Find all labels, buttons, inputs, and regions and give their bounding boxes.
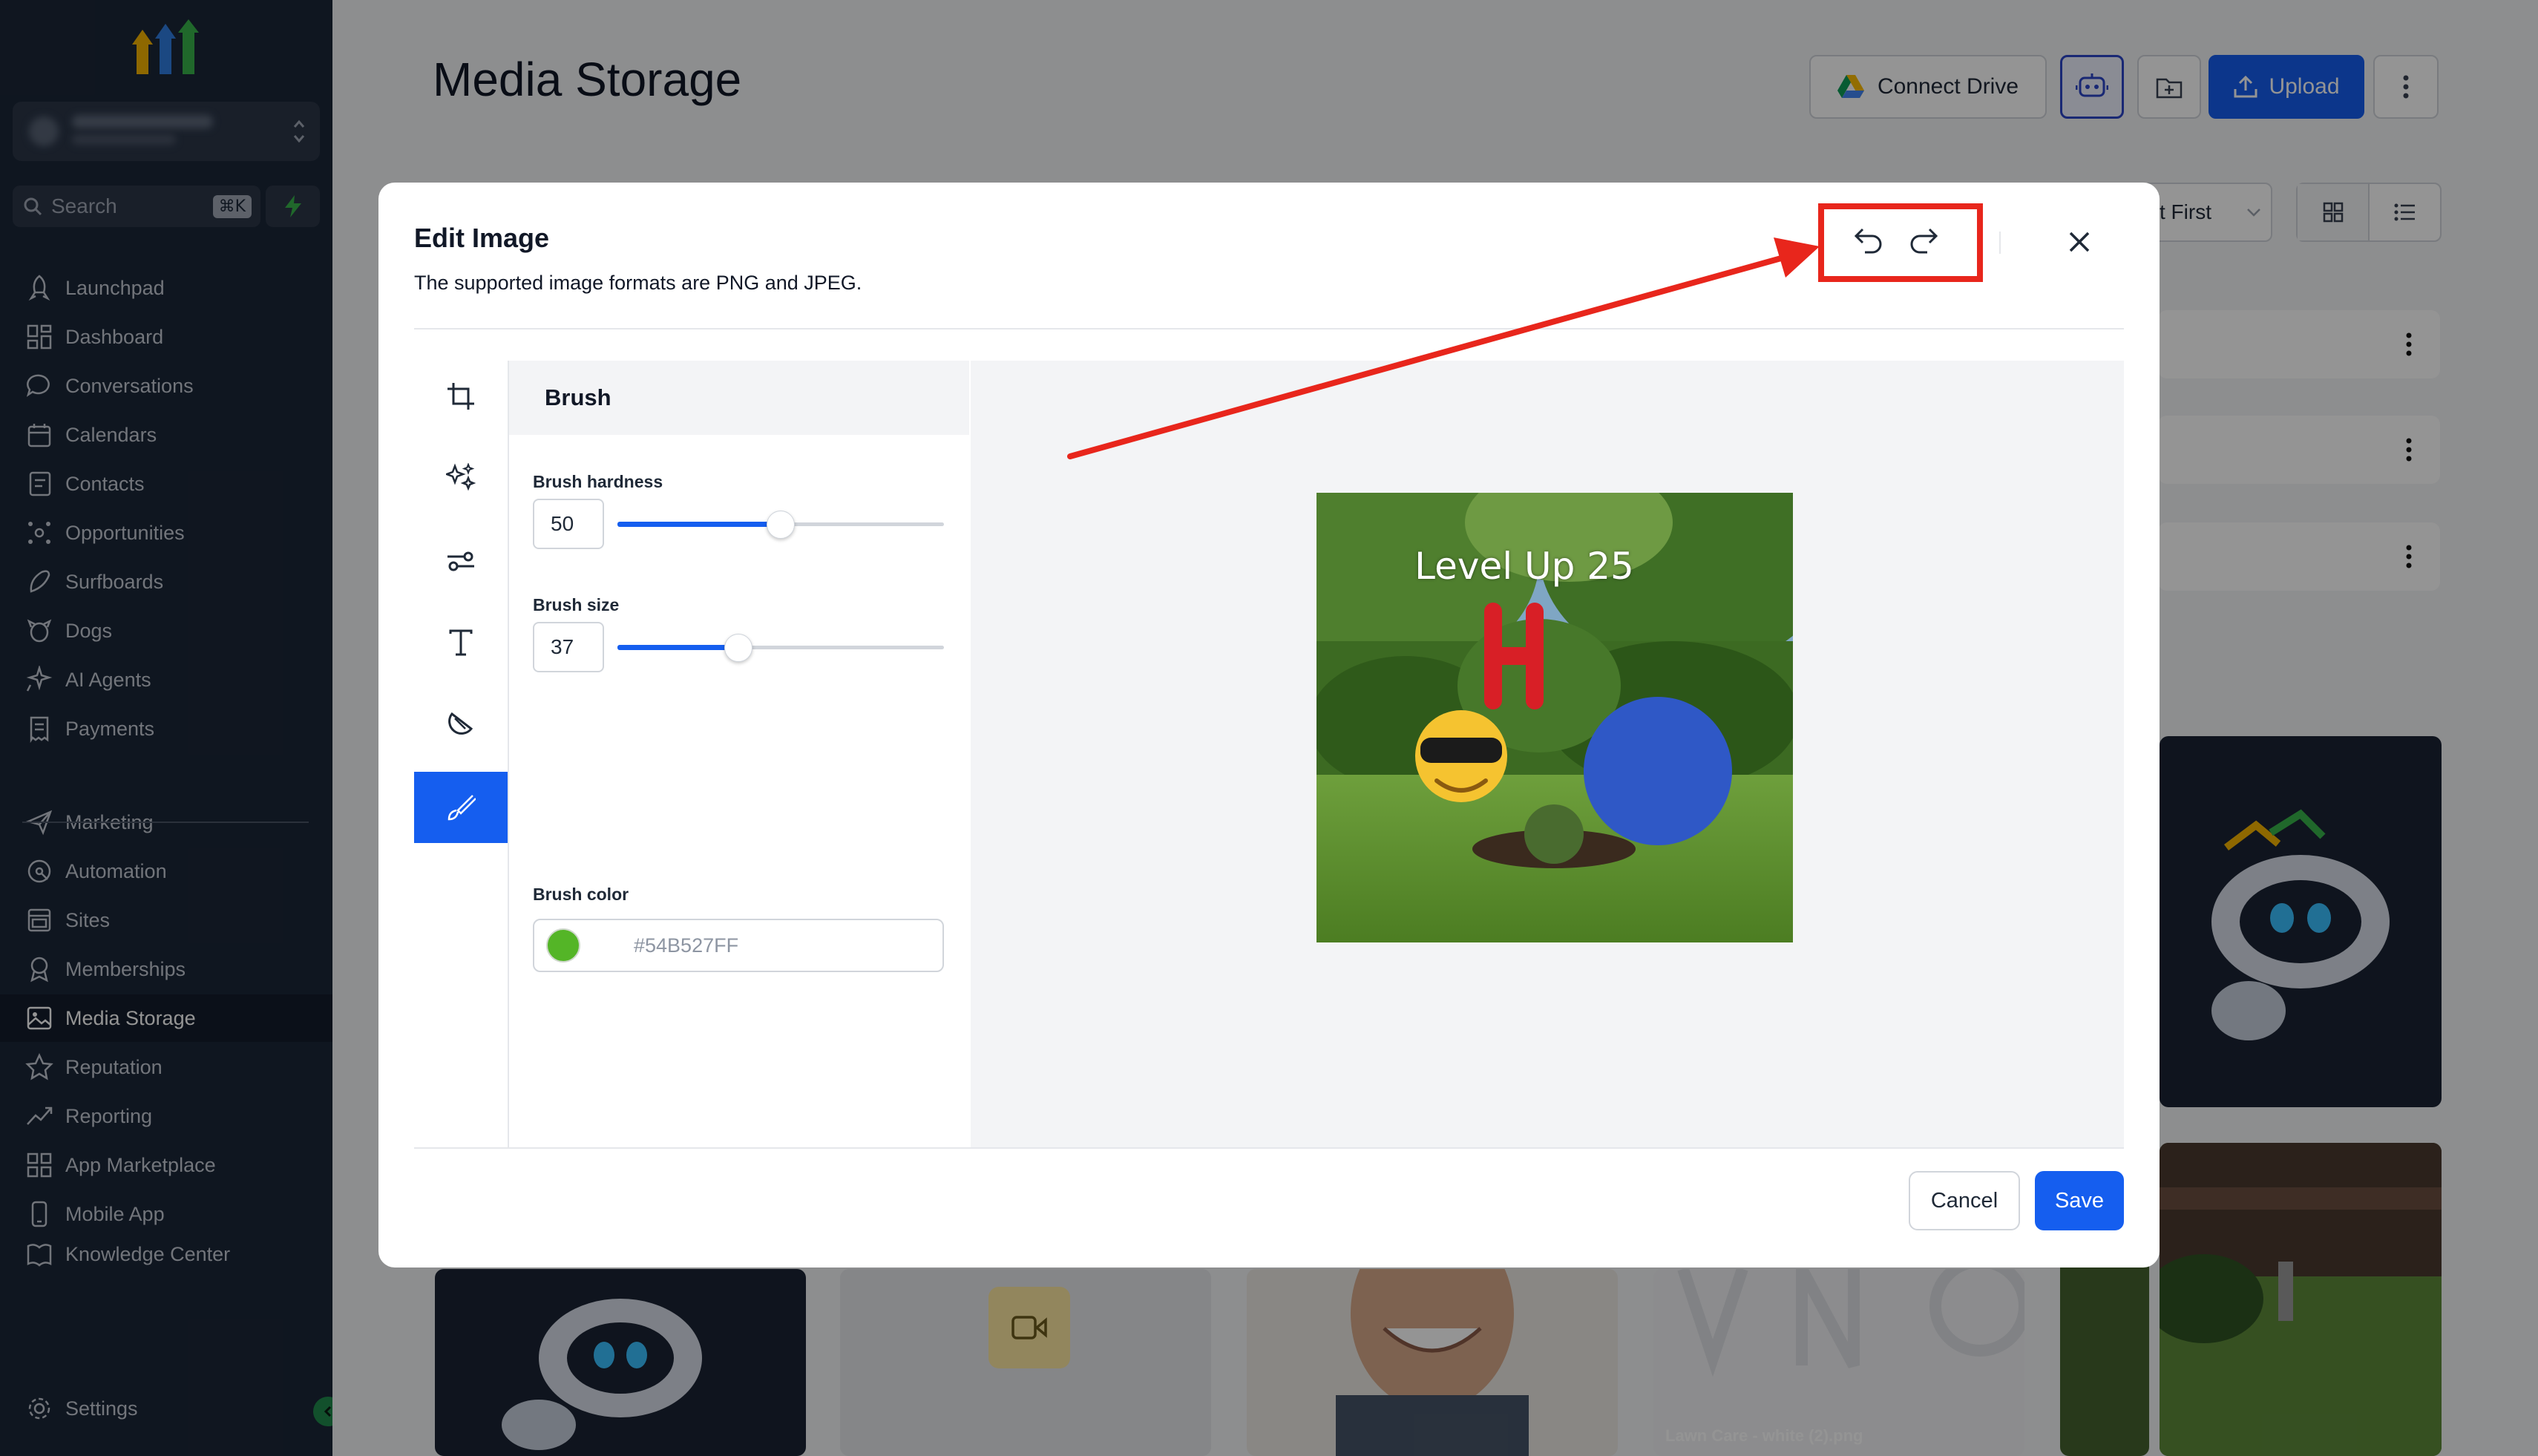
cancel-button[interactable]: Cancel [1909,1171,2020,1230]
image-canvas[interactable]: Level Up 25 [971,361,2124,1149]
editor-toolbar [414,361,508,1327]
brush-color-label: Brush color [533,885,629,904]
brush-hardness-input[interactable]: 50 [533,499,604,549]
modal-header-divider [414,328,2124,329]
sliders-icon [447,551,474,571]
header-divider [1999,232,2001,254]
slider-fill [617,522,781,527]
crop-icon [447,383,474,410]
brush-size-input[interactable]: 37 [533,622,604,672]
close-button[interactable] [2060,223,2099,261]
brush-hardness-slider[interactable] [617,509,944,539]
sparkles-icon [446,463,476,491]
text-tool[interactable] [414,607,508,678]
edited-image[interactable]: Level Up 25 [1316,493,1793,942]
text-icon [449,629,473,656]
shape-tool[interactable] [414,689,508,760]
crop-tool[interactable] [414,361,508,432]
modal-footer-divider [414,1147,2124,1149]
close-icon [2069,232,2090,252]
edit-image-modal: Edit Image The supported image formats a… [378,183,2160,1268]
slider-thumb[interactable] [724,634,752,662]
brush-settings-panel: Brush Brush hardness 50 Brush size 37 Br… [509,361,969,1149]
annotation-highlight-box [1818,203,1983,282]
image-text-overlay[interactable]: Level Up 25 [1316,545,1732,588]
brush-size-slider[interactable] [617,632,944,662]
slider-thumb[interactable] [767,511,795,539]
brush-color-input[interactable]: #54B527FF [533,919,944,972]
modal-subtitle: The supported image formats are PNG and … [414,272,862,294]
color-swatch[interactable] [546,928,580,963]
panel-title: Brush [509,361,969,435]
save-button[interactable]: Save [2035,1171,2124,1230]
adjust-tool[interactable] [414,525,508,597]
filter-tool[interactable] [414,442,508,514]
brush-tool[interactable] [414,772,508,843]
color-hex-value: #54B527FF [634,934,739,957]
brush-size-label: Brush size [533,595,620,614]
modal-title: Edit Image [414,223,550,253]
slider-fill [617,645,738,650]
brush-hardness-label: Brush hardness [533,472,663,491]
brush-icon [447,795,476,821]
shapes-icon [448,712,473,735]
